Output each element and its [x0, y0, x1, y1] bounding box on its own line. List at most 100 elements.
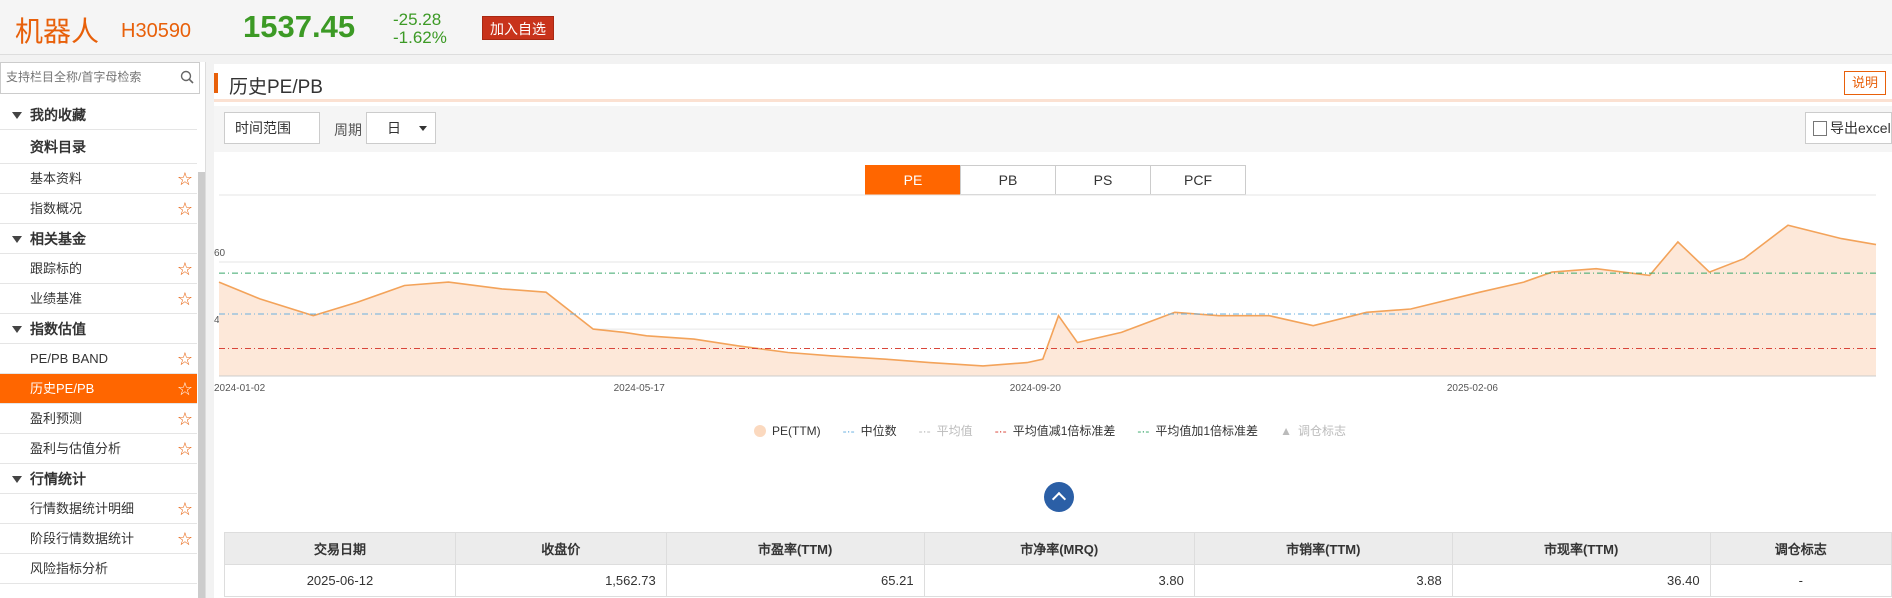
col-close[interactable]: 收盘价 — [454, 532, 667, 565]
export-excel-button[interactable]: 导出excel — [1805, 112, 1892, 144]
y-tick-label: 60 — [214, 248, 226, 259]
item-label: 行情数据统计明细 — [30, 501, 135, 516]
x-tick-label: 2024-09-20 — [1010, 383, 1062, 394]
chart-legend: PE(TTM) -·- 中位数 -·- 平均值 -·- 平均值减1倍标准差 -·- 平均… — [754, 422, 1368, 439]
legend-item-minus-std[interactable]: -·- 平均值减1倍标准差 — [995, 422, 1116, 439]
legend-item-rebalance[interactable]: ▲ 调仓标志 — [1280, 422, 1346, 439]
sidebar: 我的收藏 资料目录 基本资料 ☆ 指数概况 ☆ 相关基金 跟踪标的 ☆ 业绩基准 ☆ 指… — [0, 62, 206, 598]
cell-pb: 3.80 — [923, 564, 1195, 597]
legend-item-pe[interactable]: PE(TTM) — [754, 422, 821, 439]
sidebar-item-basic[interactable]: 基本资料 ☆ — [0, 164, 197, 194]
chevron-down-icon — [419, 126, 427, 131]
chevron-up-icon — [1051, 491, 1067, 507]
legend-item-plus-std[interactable]: -·- 平均值加1倍标准差 — [1137, 422, 1258, 439]
tab-pe[interactable]: PE — [865, 165, 961, 195]
legend-dot — [754, 424, 766, 437]
tab-pb[interactable]: PB — [960, 165, 1056, 195]
star-icon[interactable]: ☆ — [177, 524, 193, 554]
sidebar-item-market-detail[interactable]: 行情数据统计明细 ☆ — [0, 494, 197, 524]
col-pcf[interactable]: 市现率(TTM) — [1451, 532, 1711, 565]
search-input[interactable] — [6, 70, 176, 84]
cell-close: 1,562.73 — [454, 564, 667, 597]
star-icon[interactable]: ☆ — [177, 404, 193, 434]
star-icon[interactable]: ☆ — [177, 254, 193, 284]
x-tick-label: 2025-02-06 — [1447, 383, 1499, 394]
group-valuation[interactable]: 指数估值 — [0, 314, 197, 344]
sidebar-menu: 我的收藏 资料目录 基本资料 ☆ 指数概况 ☆ 相关基金 跟踪标的 ☆ 业绩基准 ☆ 指… — [0, 100, 197, 584]
triangle-icon: ▲ — [1280, 423, 1292, 438]
star-icon[interactable]: ☆ — [177, 164, 193, 194]
group-label: 我的收藏 — [30, 107, 86, 123]
col-ps[interactable]: 市销率(TTM) — [1193, 532, 1453, 565]
col-rebalance[interactable]: 调仓标志 — [1709, 532, 1892, 565]
sidebar-item-tracking[interactable]: 跟踪标的 ☆ — [0, 254, 197, 284]
sidebar-item-history-pepb[interactable]: 历史PE/PB ☆ — [0, 374, 197, 404]
col-pe[interactable]: 市盈率(TTM) — [665, 532, 925, 565]
item-label: 基本资料 — [30, 171, 83, 186]
legend-label: 调仓标志 — [1297, 424, 1346, 438]
page-title: 历史PE/PB — [229, 77, 323, 98]
legend-item-mean[interactable]: -·- 平均值 — [919, 422, 973, 439]
sidebar-item-earnings-valuation[interactable]: 盈利与估值分析 ☆ — [0, 434, 197, 464]
star-icon[interactable]: ☆ — [177, 344, 193, 374]
cell-ps: 3.88 — [1193, 564, 1453, 597]
x-tick-label: 2024-05-17 — [614, 383, 666, 394]
star-icon[interactable]: ☆ — [177, 374, 193, 404]
group-funds[interactable]: 相关基金 — [0, 224, 197, 254]
collapse-icon — [12, 326, 22, 333]
sidebar-search[interactable] — [0, 62, 200, 94]
col-date[interactable]: 交易日期 — [224, 532, 456, 565]
star-icon[interactable]: ☆ — [177, 494, 193, 524]
sidebar-item-benchmark[interactable]: 业绩基准 ☆ — [0, 284, 197, 314]
sidebar-item-stage-stats[interactable]: 阶段行情数据统计 ☆ — [0, 524, 197, 554]
tab-pcf[interactable]: PCF — [1150, 165, 1246, 195]
item-label: 风险指标分析 — [30, 561, 109, 576]
item-label: PE/PB BAND — [30, 351, 109, 366]
pe-area — [219, 225, 1876, 376]
star-icon[interactable]: ☆ — [177, 194, 193, 224]
star-icon[interactable]: ☆ — [177, 434, 193, 464]
cell-pe: 65.21 — [665, 564, 925, 597]
stock-header: 机器人 H30590 1537.45 -25.28 -1.62% 加入自选 — [0, 0, 1892, 55]
collapse-icon — [12, 112, 22, 119]
directory-header: 资料目录 — [0, 130, 197, 164]
period-select[interactable]: 日 — [366, 112, 436, 144]
tab-ps[interactable]: PS — [1055, 165, 1151, 195]
sidebar-item-overview[interactable]: 指数概况 ☆ — [0, 194, 197, 224]
item-label: 历史PE/PB — [30, 381, 95, 396]
sidebar-scrollbar[interactable] — [198, 172, 205, 598]
item-label: 盈利与估值分析 — [30, 441, 122, 456]
item-label: 盈利预测 — [30, 411, 83, 426]
time-range-input[interactable]: 时间范围 — [224, 112, 320, 144]
group-label: 相关基金 — [30, 231, 86, 247]
sidebar-item-risk[interactable]: 风险指标分析 — [0, 554, 197, 584]
index-code: H30590 — [121, 20, 192, 42]
item-label: 跟踪标的 — [30, 261, 83, 276]
col-pb[interactable]: 市净率(MRQ) — [923, 532, 1195, 565]
period-value: 日 — [387, 120, 401, 136]
legend-item-median[interactable]: -·- 中位数 — [843, 422, 897, 439]
item-label: 指数概况 — [30, 201, 83, 216]
legend-dash-icon: -·- — [1137, 423, 1150, 438]
legend-label: 中位数 — [860, 424, 897, 438]
index-change: -25.28 -1.62% — [393, 11, 447, 47]
legend-dash-icon: -·- — [842, 423, 855, 438]
explain-button[interactable]: 说明 — [1844, 71, 1886, 95]
chart-area: PE PB PS PCF 8060402024-01-022024-05-172… — [214, 152, 1892, 598]
sidebar-item-forecast[interactable]: 盈利预测 ☆ — [0, 404, 197, 434]
excel-icon — [1813, 121, 1827, 136]
item-label: 业绩基准 — [30, 291, 83, 306]
change-percent: -1.62% — [393, 28, 447, 47]
add-watchlist-button[interactable]: 加入自选 — [482, 16, 554, 40]
search-icon[interactable] — [180, 70, 194, 84]
scroll-up-button[interactable] — [1044, 482, 1074, 512]
group-market-stats[interactable]: 行情统计 — [0, 464, 197, 494]
legend-dash-icon: -·- — [918, 423, 931, 438]
group-favorites[interactable]: 我的收藏 — [0, 100, 197, 130]
star-icon[interactable]: ☆ — [177, 284, 193, 314]
index-name: 机器人 — [15, 16, 100, 47]
x-tick-label: 2024-01-02 — [214, 383, 266, 394]
chart-toolbar: 时间范围 周期 日 导出excel — [214, 106, 1892, 152]
legend-label: 平均值加1倍标准差 — [1155, 424, 1259, 438]
sidebar-item-pepb-band[interactable]: PE/PB BAND ☆ — [0, 344, 197, 374]
